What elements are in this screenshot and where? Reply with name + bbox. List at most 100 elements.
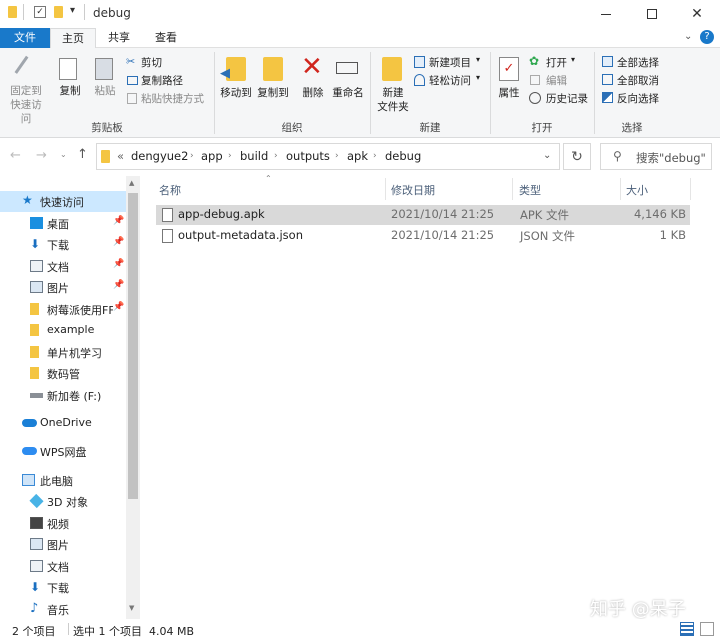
nav-item-pictures[interactable]: 图片 📌	[0, 277, 126, 298]
breadcrumb-separator-icon: ›	[335, 151, 339, 161]
select-none-label: 全部取消	[617, 75, 659, 87]
breadcrumb-separator-icon: ›	[373, 151, 377, 161]
refresh-button[interactable]: ↻	[563, 143, 591, 170]
nav-quick-access[interactable]: ★ 快速访问	[0, 191, 126, 212]
pin-quick-access-button[interactable]: 固定到 快速访问	[6, 52, 46, 125]
nav-scrollbar-thumb[interactable]	[128, 193, 138, 499]
help-icon[interactable]: ?	[700, 30, 714, 44]
breadcrumb-build[interactable]: build	[240, 149, 268, 163]
move-to-button[interactable]: ◀ 移动到	[218, 52, 254, 112]
history-button[interactable]: 历史记录	[529, 91, 593, 106]
cut-button[interactable]: ✂ 剪切	[126, 55, 206, 70]
new-item-icon	[414, 56, 425, 68]
easy-access-button[interactable]: 轻松访问 ▾	[414, 73, 488, 88]
edit-button[interactable]: 编辑	[529, 73, 589, 88]
delete-button[interactable]: ✕ 删除	[298, 52, 328, 112]
address-dropdown-icon[interactable]: ⌄	[543, 150, 551, 161]
nav-item-label: 图片	[47, 282, 69, 295]
new-item-button[interactable]: 新建项目 ▾	[414, 55, 488, 70]
nav-item-label: 单片机学习	[47, 347, 102, 360]
paste-button[interactable]: 粘贴	[90, 52, 120, 112]
large-icons-view-icon[interactable]	[700, 622, 714, 636]
nav-item-raspberry[interactable]: 树莓派使用FF 📌	[0, 299, 126, 320]
table-row[interactable]: app-debug.apk 2021/10/14 21:25 APK 文件 4,…	[156, 205, 690, 225]
nav-onedrive[interactable]: OneDrive	[0, 413, 126, 434]
rename-label: 重命名	[332, 87, 364, 99]
select-all-icon	[602, 56, 613, 67]
up-arrow-icon[interactable]: ↑	[77, 147, 88, 162]
recent-dropdown-icon[interactable]: ⌄	[60, 150, 67, 159]
nav-item-downloads[interactable]: ⬇ 下载 📌	[0, 234, 126, 255]
column-header-type[interactable]: 类型	[519, 182, 541, 198]
nav-item-example[interactable]: example	[0, 320, 126, 341]
paste-shortcut-button[interactable]: 粘贴快捷方式	[126, 91, 210, 106]
nav-pc-videos[interactable]: 视频	[0, 513, 126, 534]
clipboard-group-label: 剪贴板	[91, 122, 123, 134]
properties-button[interactable]: ✓ 属性	[494, 52, 524, 112]
column-header-name[interactable]: 名称	[159, 182, 181, 198]
nav-item-drive-f[interactable]: 新加卷 (F:)	[0, 385, 126, 406]
tab-share[interactable]: 共享	[96, 28, 142, 48]
tab-view[interactable]: 查看	[142, 28, 190, 48]
breadcrumb-overflow[interactable]: «	[117, 149, 124, 163]
breadcrumb-apk[interactable]: apk	[347, 149, 368, 163]
minimize-button[interactable]	[583, 0, 629, 28]
navigation-pane: ★ 快速访问 桌面 📌 ⬇ 下载 📌 文档 📌 图片 📌 树莓派使用FF 📌 e…	[0, 176, 140, 619]
address-bar[interactable]: « dengyue2 › app › build › outputs › apk…	[96, 143, 560, 170]
select-none-button[interactable]: 全部取消	[602, 73, 672, 88]
details-view-icon[interactable]	[680, 622, 694, 636]
copy-path-button[interactable]: 复制路径	[126, 73, 206, 88]
folder-icon	[30, 324, 39, 336]
nav-pc-documents[interactable]: 文档	[0, 556, 126, 577]
copy-button[interactable]: 复制	[55, 52, 85, 112]
breadcrumb-outputs[interactable]: outputs	[286, 149, 330, 163]
folder-icon	[30, 346, 39, 358]
desktop-icon	[30, 217, 43, 229]
breadcrumb-dengyue2[interactable]: dengyue2	[131, 149, 188, 163]
pin-label-line1: 固定到	[10, 85, 42, 97]
ribbon: 固定到 快速访问 复制 粘贴 ✂ 剪切 复制路径 粘贴快捷方式 剪贴板 ◀ 移动…	[0, 48, 720, 138]
close-icon: ✕	[691, 6, 703, 22]
select-all-button[interactable]: 全部选择	[602, 55, 672, 70]
scroll-up-icon[interactable]: ▲	[129, 179, 134, 187]
back-arrow-icon[interactable]: ←	[10, 148, 21, 163]
breadcrumb-debug[interactable]: debug	[385, 149, 421, 163]
nav-item-desktop[interactable]: 桌面 📌	[0, 213, 126, 234]
rename-button[interactable]: 重命名	[330, 52, 366, 112]
edit-label: 编辑	[546, 75, 567, 87]
new-folder-icon[interactable]	[54, 6, 63, 18]
properties-check-icon[interactable]: ✓	[34, 6, 46, 18]
nav-item-documents[interactable]: 文档 📌	[0, 256, 126, 277]
copy-to-button[interactable]: 复制到	[255, 52, 291, 112]
qa-dropdown-icon[interactable]: ▾	[70, 5, 75, 16]
nav-item-mcu[interactable]: 单片机学习	[0, 342, 126, 363]
pinned-icon: 📌	[113, 259, 125, 269]
nav-item-seven-seg[interactable]: 数码管	[0, 363, 126, 384]
tab-file[interactable]: 文件	[0, 28, 50, 48]
maximize-button[interactable]	[629, 0, 675, 28]
table-row[interactable]: output-metadata.json 2021/10/14 21:25 JS…	[156, 226, 690, 246]
close-button[interactable]: ✕	[674, 0, 720, 28]
invert-selection-button[interactable]: 反向选择	[602, 91, 672, 106]
search-box[interactable]: ⚲ 搜索"debug"	[600, 143, 712, 170]
ribbon-collapse-icon[interactable]: ⌄	[684, 31, 692, 42]
tab-home[interactable]: 主页	[50, 28, 96, 49]
forward-arrow-icon[interactable]: →	[36, 148, 47, 163]
scroll-down-icon[interactable]: ▼	[129, 604, 134, 612]
column-header-date[interactable]: 修改日期	[391, 182, 435, 198]
pinned-icon: 📌	[113, 302, 125, 312]
select-group-label: 选择	[621, 122, 643, 134]
open-button[interactable]: ✿ 打开 ▾	[529, 55, 589, 70]
column-header-size[interactable]: 大小	[626, 182, 648, 198]
ribbon-tabs: 文件 主页 共享 查看 ⌄ ?	[0, 28, 720, 49]
nav-this-pc[interactable]: 此电脑	[0, 470, 126, 491]
rename-icon	[336, 62, 358, 74]
nav-wps[interactable]: WPS网盘	[0, 441, 126, 462]
nav-pc-music[interactable]: ♪ 音乐	[0, 599, 126, 619]
nav-pc-downloads[interactable]: ⬇ 下载	[0, 577, 126, 598]
easy-access-label: 轻松访问	[429, 75, 471, 87]
nav-pc-pictures[interactable]: 图片	[0, 534, 126, 555]
nav-pc-3d[interactable]: 3D 对象	[0, 491, 126, 512]
new-folder-button[interactable]: 新建 文件夹	[374, 52, 412, 113]
breadcrumb-app[interactable]: app	[201, 149, 223, 163]
